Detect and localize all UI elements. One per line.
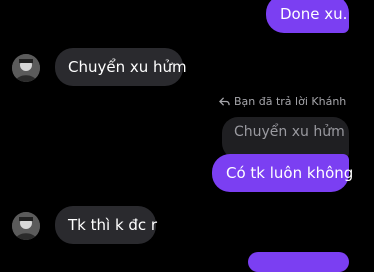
incoming-message-chuyen-xu[interactable]: Chuyển xu hửm bbox=[55, 48, 187, 86]
quoted-message[interactable]: Chuyển xu hửm bbox=[222, 117, 349, 159]
outgoing-message-co-tk[interactable]: Có tk luôn không bbox=[212, 154, 353, 192]
reply-note-text: Bạn đã trả lời Khánh bbox=[234, 94, 347, 108]
quoted-text: Chuyển xu hửm bbox=[234, 124, 345, 140]
reply-arrow-icon bbox=[219, 96, 230, 106]
avatar-image bbox=[12, 54, 40, 82]
contact-avatar[interactable] bbox=[12, 212, 40, 240]
incoming-message-tk-thi[interactable]: Tk thì k đc r bbox=[55, 206, 158, 244]
message-text: Done xu. bbox=[280, 5, 348, 23]
message-text: Tk thì k đc r bbox=[68, 216, 158, 234]
contact-avatar[interactable] bbox=[12, 54, 40, 82]
outgoing-message-partial[interactable] bbox=[248, 252, 349, 272]
message-text: Có tk luôn không bbox=[226, 164, 354, 182]
reply-indicator: Bạn đã trả lời Khánh bbox=[219, 93, 346, 109]
message-text: Chuyển xu hửm bbox=[68, 58, 187, 76]
outgoing-message-done[interactable]: Done xu. bbox=[266, 0, 349, 33]
avatar-image bbox=[12, 212, 40, 240]
